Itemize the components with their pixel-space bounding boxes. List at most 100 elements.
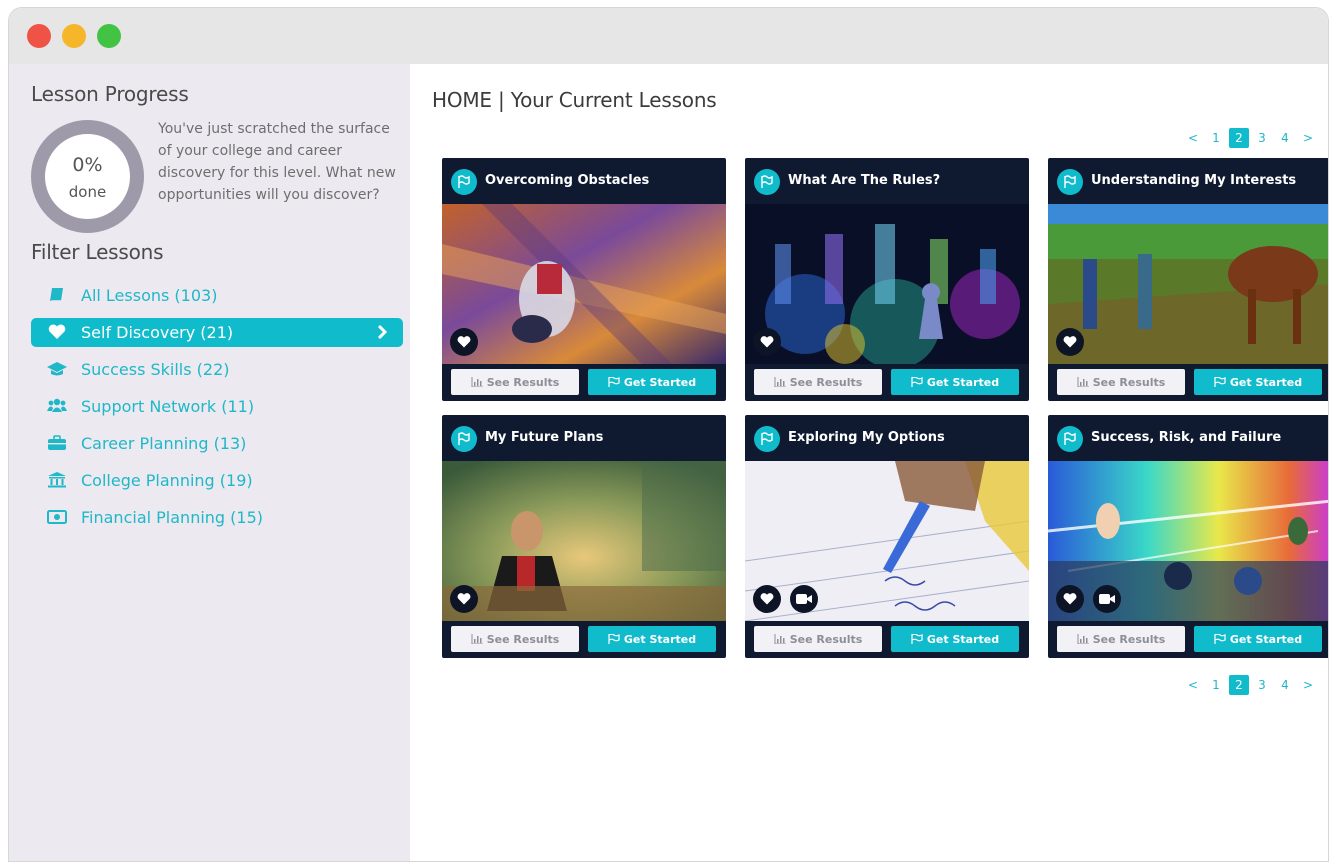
get-started-button[interactable]: Get Started	[891, 369, 1019, 395]
card-footer: See Results Get Started	[1048, 364, 1328, 401]
filter-label: Financial Planning (15)	[81, 508, 263, 527]
heart-icon	[48, 324, 66, 339]
lesson-card[interactable]: Success, Risk, and Failure See Results G…	[1048, 415, 1328, 658]
filter-label: Career Planning (13)	[81, 434, 247, 453]
pager-page-2[interactable]: 2	[1229, 128, 1249, 148]
lesson-card[interactable]: Overcoming Obstacles See Results Get Sta…	[442, 158, 726, 401]
heart-icon	[760, 593, 774, 605]
pager-page-2[interactable]: 2	[1229, 675, 1249, 695]
filter-label: All Lessons (103)	[81, 286, 218, 305]
card-header: Exploring My Options	[745, 415, 1029, 461]
filter-heading: Filter Lessons	[31, 240, 164, 264]
pager-prev[interactable]: <	[1183, 128, 1203, 148]
filter-list: All Lessons (103) Self Discovery (21) Su…	[31, 281, 403, 540]
see-results-button[interactable]: See Results	[451, 369, 579, 395]
flag-icon	[1057, 169, 1083, 195]
lesson-card[interactable]: Exploring My Options See Results Get Sta…	[745, 415, 1029, 658]
main-content: HOME | Your Current Lessons < 1 2 3 4 > …	[410, 64, 1328, 861]
favorite-button[interactable]	[1056, 328, 1084, 356]
minimize-window-button[interactable]	[62, 24, 86, 48]
get-started-label: Get Started	[623, 632, 697, 646]
bar-chart-icon	[471, 634, 483, 644]
pager-page-4[interactable]: 4	[1275, 128, 1295, 148]
see-results-label: See Results	[1092, 632, 1166, 646]
pager-next[interactable]: >	[1298, 128, 1318, 148]
briefcase-icon	[48, 435, 66, 450]
university-icon	[48, 472, 66, 488]
pager-prev[interactable]: <	[1183, 675, 1203, 695]
lesson-image	[442, 461, 726, 621]
filter-all-lessons[interactable]: All Lessons (103)	[31, 281, 403, 310]
see-results-button[interactable]: See Results	[754, 369, 882, 395]
filter-career-planning[interactable]: Career Planning (13)	[31, 429, 403, 458]
pager-page-4[interactable]: 4	[1275, 675, 1295, 695]
favorite-button[interactable]	[450, 328, 478, 356]
card-footer: See Results Get Started	[442, 621, 726, 658]
lesson-card[interactable]: What Are The Rules? See Results Get Star…	[745, 158, 1029, 401]
favorite-button[interactable]	[753, 328, 781, 356]
lesson-card[interactable]: Understanding My Interests See Results G…	[1048, 158, 1328, 401]
pager-page-3[interactable]: 3	[1252, 675, 1272, 695]
see-results-label: See Results	[486, 375, 560, 389]
card-title: What Are The Rules?	[788, 173, 941, 188]
flag-icon	[754, 426, 780, 452]
get-started-button[interactable]: Get Started	[588, 626, 716, 652]
pager-next[interactable]: >	[1298, 675, 1318, 695]
progress-heading: Lesson Progress	[31, 82, 189, 106]
get-started-button[interactable]: Get Started	[1194, 369, 1322, 395]
get-started-label: Get Started	[623, 375, 697, 389]
see-results-button[interactable]: See Results	[1057, 626, 1185, 652]
lesson-image	[442, 204, 726, 364]
flag-icon	[911, 377, 923, 387]
see-results-label: See Results	[486, 632, 560, 646]
flag-icon	[1214, 377, 1226, 387]
get-started-button[interactable]: Get Started	[891, 626, 1019, 652]
see-results-button[interactable]: See Results	[451, 626, 579, 652]
see-results-label: See Results	[789, 375, 863, 389]
flag-icon	[451, 426, 477, 452]
pager-page-1[interactable]: 1	[1206, 128, 1226, 148]
video-button[interactable]	[1093, 585, 1121, 613]
filter-self-discovery[interactable]: Self Discovery (21)	[31, 318, 403, 347]
lesson-card[interactable]: My Future Plans See Results Get Started	[442, 415, 726, 658]
pager-page-3[interactable]: 3	[1252, 128, 1272, 148]
favorite-button[interactable]	[450, 585, 478, 613]
get-started-label: Get Started	[1229, 375, 1303, 389]
card-footer: See Results Get Started	[745, 364, 1029, 401]
app-window: Lesson Progress 0% done You've just scra…	[8, 7, 1329, 862]
close-window-button[interactable]	[27, 24, 51, 48]
book-icon	[50, 288, 63, 302]
card-header: Success, Risk, and Failure	[1048, 415, 1328, 461]
get-started-button[interactable]: Get Started	[1194, 626, 1322, 652]
title-bar	[9, 8, 1328, 64]
filter-support-network[interactable]: Support Network (11)	[31, 392, 403, 421]
flag-icon	[451, 169, 477, 195]
see-results-button[interactable]: See Results	[754, 626, 882, 652]
bar-chart-icon	[774, 377, 786, 387]
filter-college-planning[interactable]: College Planning (19)	[31, 466, 403, 495]
card-title: Success, Risk, and Failure	[1091, 430, 1282, 445]
video-button[interactable]	[790, 585, 818, 613]
get-started-button[interactable]: Get Started	[588, 369, 716, 395]
card-header: My Future Plans	[442, 415, 726, 461]
card-title: Overcoming Obstacles	[485, 173, 650, 188]
heart-icon	[457, 336, 471, 348]
video-camera-icon	[796, 594, 812, 604]
filter-label: Support Network (11)	[81, 397, 255, 416]
filter-success-skills[interactable]: Success Skills (22)	[31, 355, 403, 384]
progress-percent: 0%	[72, 154, 103, 176]
favorite-button[interactable]	[753, 585, 781, 613]
flag-icon	[1057, 426, 1083, 452]
get-started-label: Get Started	[926, 632, 1000, 646]
lesson-image	[745, 461, 1029, 621]
filter-label: Success Skills (22)	[81, 360, 230, 379]
money-icon	[47, 510, 67, 524]
heart-icon	[457, 593, 471, 605]
maximize-window-button[interactable]	[97, 24, 121, 48]
filter-financial-planning[interactable]: Financial Planning (15)	[31, 503, 403, 532]
pager-page-1[interactable]: 1	[1206, 675, 1226, 695]
favorite-button[interactable]	[1056, 585, 1084, 613]
bar-chart-icon	[1077, 377, 1089, 387]
see-results-button[interactable]: See Results	[1057, 369, 1185, 395]
pagination-top: < 1 2 3 4 >	[1180, 128, 1318, 148]
